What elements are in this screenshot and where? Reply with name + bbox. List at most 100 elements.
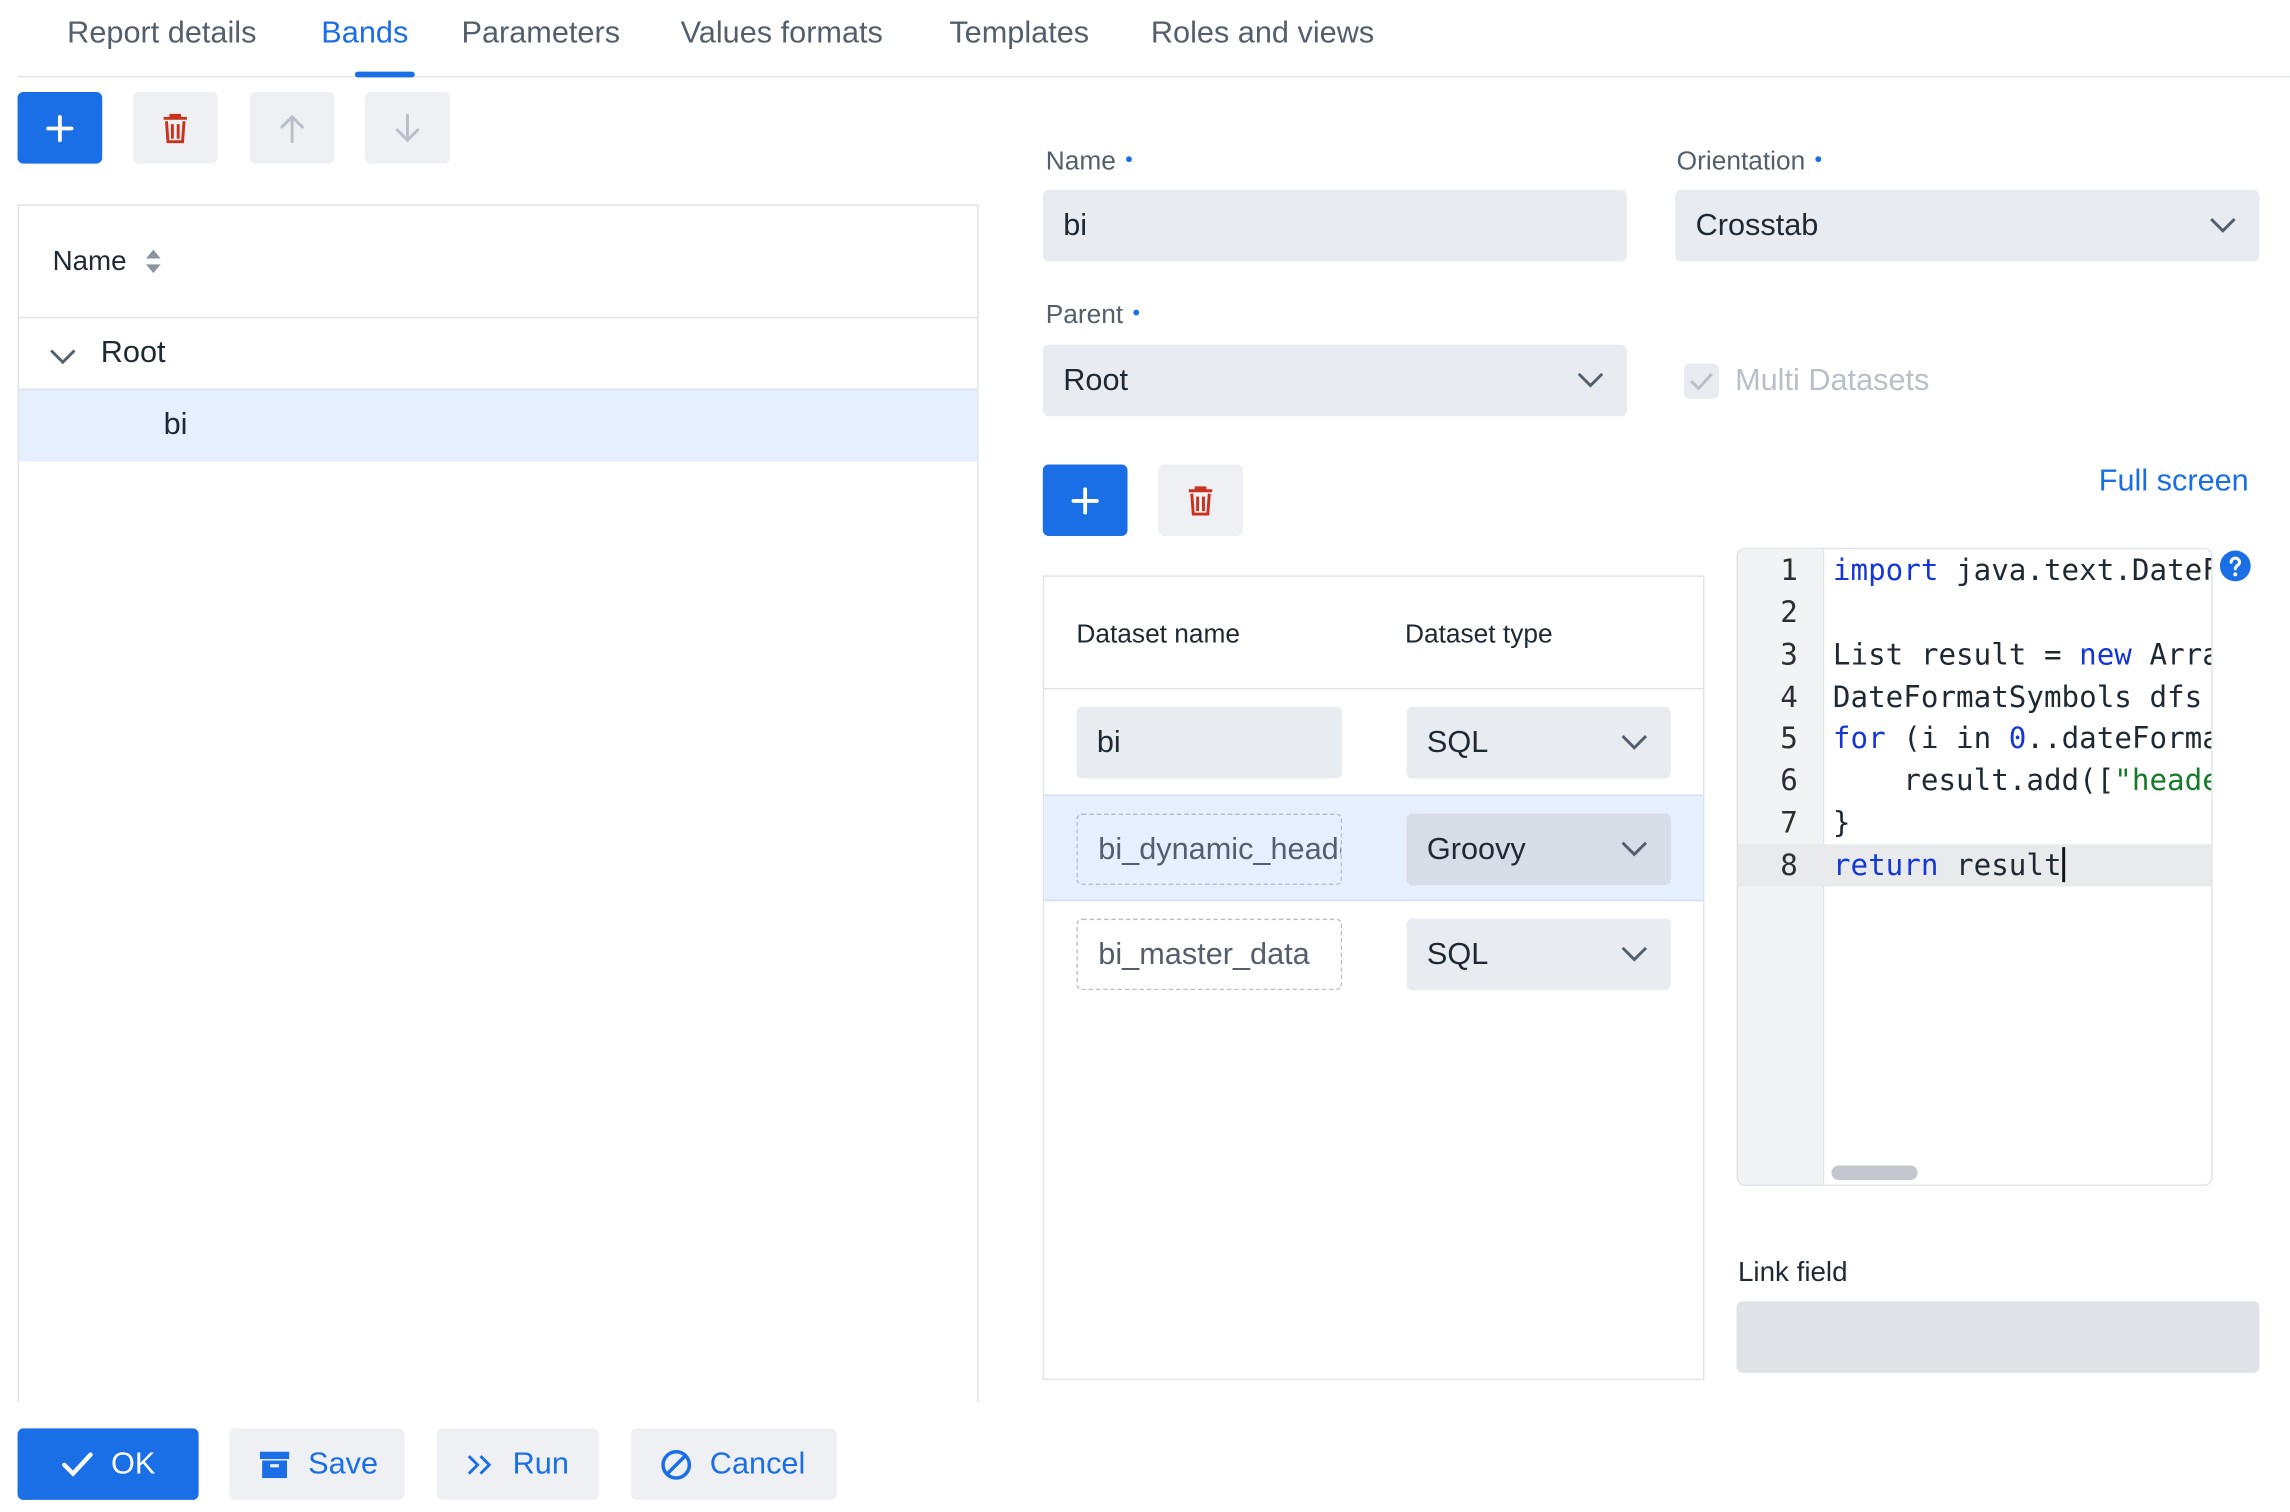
line-number: 5	[1780, 720, 1798, 756]
tree-row-label: bi	[163, 407, 188, 442]
orientation-select[interactable]: Crosstab	[1675, 189, 2260, 262]
chevron-down-icon	[1621, 734, 1648, 750]
save-label: Save	[308, 1446, 379, 1481]
check-icon	[1690, 372, 1713, 390]
required-dot	[1133, 309, 1140, 316]
archive-icon	[259, 1451, 290, 1478]
dataset-type-select[interactable]: SQL	[1406, 918, 1671, 991]
line-number: 8	[1780, 847, 1798, 883]
required-dot	[1815, 156, 1822, 163]
add-band-button[interactable]	[17, 92, 103, 164]
dataset-type-value: Groovy	[1426, 831, 1526, 866]
code-line: result.add(["header"	[1832, 762, 2211, 798]
text-cursor	[2061, 846, 2065, 882]
chevron-down-icon	[1621, 840, 1648, 856]
code-line: DateFormatSymbols dfs	[1832, 679, 2203, 715]
table-row[interactable]: bi SQL	[1044, 689, 1703, 794]
parent-value: Root	[1063, 362, 1129, 397]
dataset-type-value: SQL	[1426, 936, 1489, 971]
chevron-down-icon	[1621, 946, 1648, 961]
code-line: List result = new ArrayList()	[1832, 636, 2211, 672]
table-row[interactable]: bi_master_data SQL	[1044, 901, 1703, 1006]
tab-templates[interactable]: Templates	[949, 16, 1089, 51]
move-down-button[interactable]	[365, 92, 450, 164]
link-field-label: Link field	[1737, 1257, 1848, 1289]
tree-header: Name	[18, 206, 978, 319]
parent-select[interactable]: Root	[1042, 344, 1627, 417]
orientation-label: Orientation	[1677, 146, 1822, 177]
double-chevron-right-icon	[467, 1454, 492, 1474]
active-tab-indicator	[354, 71, 415, 78]
script-editor[interactable]: 1 2 3 4 5 6 7 8 import java.text.DateFor…	[1736, 547, 2213, 1186]
tree-row-root[interactable]: Root	[18, 318, 978, 390]
name-label: Name	[1046, 146, 1132, 177]
code-line: import java.text.DateFormatSymbols	[1832, 552, 2211, 588]
datasets-table: Dataset name Dataset type bi SQL bi_dyna…	[1042, 575, 1705, 1381]
line-number: 3	[1780, 636, 1798, 672]
orientation-value: Crosstab	[1695, 208, 1819, 242]
tree-row-bi[interactable]: bi	[18, 389, 978, 462]
add-dataset-button[interactable]	[1042, 464, 1128, 537]
line-number: 4	[1780, 679, 1798, 715]
tab-parameters[interactable]: Parameters	[462, 16, 621, 51]
line-number: 2	[1780, 594, 1798, 630]
code-line: }	[1832, 804, 1851, 840]
cancel-button[interactable]: Cancel	[630, 1428, 837, 1500]
full-screen-link[interactable]: Full screen	[2099, 464, 2249, 499]
multi-datasets-label: Multi Datasets	[1735, 363, 1930, 398]
tab-bar: Report details Bands Parameters Values f…	[17, 0, 2290, 78]
plus-icon	[46, 114, 74, 142]
delete-band-button[interactable]	[132, 92, 218, 164]
column-dataset-type: Dataset type	[1405, 619, 1553, 649]
parent-label: Parent	[1046, 299, 1140, 330]
line-number: 7	[1780, 804, 1798, 840]
trash-icon	[163, 113, 187, 143]
name-value: bi	[1063, 208, 1088, 242]
line-number: 6	[1780, 762, 1798, 798]
multi-datasets-checkbox[interactable]	[1683, 363, 1720, 399]
delete-dataset-button[interactable]	[1158, 464, 1243, 537]
cancel-icon	[661, 1449, 692, 1480]
tab-bands[interactable]: Bands	[321, 16, 408, 51]
tab-roles-and-views[interactable]: Roles and views	[1151, 16, 1374, 51]
chevron-down-icon[interactable]	[48, 348, 77, 366]
code-line: return result	[1833, 846, 2065, 884]
tree-column-name[interactable]: Name	[53, 247, 127, 279]
chevron-down-icon	[2210, 217, 2236, 233]
dataset-name-input[interactable]: bi_dynamic_header	[1076, 813, 1343, 886]
line-number: 1	[1780, 552, 1798, 588]
bands-tree: Name Root bi	[17, 204, 979, 1403]
tab-values-formats[interactable]: Values formats	[681, 16, 883, 51]
cancel-label: Cancel	[709, 1446, 806, 1481]
trash-icon	[1188, 485, 1213, 515]
name-field[interactable]: bi	[1042, 189, 1627, 262]
arrow-up-icon	[280, 114, 304, 143]
help-icon[interactable]	[2218, 549, 2252, 583]
tab-report-details[interactable]: Report details	[67, 16, 256, 51]
dataset-name-input[interactable]: bi_master_data	[1076, 918, 1343, 991]
tree-row-label: Root	[100, 335, 166, 370]
dataset-type-value: SQL	[1426, 725, 1489, 759]
link-field-input[interactable]	[1736, 1301, 2260, 1373]
dataset-type-select[interactable]: SQL	[1406, 706, 1671, 779]
plus-icon	[1071, 486, 1099, 514]
dataset-name-input[interactable]: bi	[1076, 706, 1343, 779]
move-up-button[interactable]	[249, 92, 335, 164]
dataset-type-select[interactable]: Groovy	[1406, 813, 1671, 886]
band-editor-screen: Report details Bands Parameters Values f…	[0, 0, 2290, 1512]
chevron-down-icon	[1577, 372, 1604, 387]
save-button[interactable]: Save	[229, 1428, 405, 1500]
horizontal-scrollbar[interactable]	[1831, 1165, 1918, 1181]
ok-button[interactable]: OK	[17, 1428, 199, 1500]
sort-icon[interactable]	[145, 248, 163, 274]
run-button[interactable]: Run	[436, 1428, 599, 1500]
column-dataset-name: Dataset name	[1076, 619, 1241, 649]
table-row[interactable]: bi_dynamic_header Groovy	[1044, 794, 1703, 902]
arrow-down-icon	[395, 113, 420, 142]
required-dot	[1126, 156, 1132, 163]
run-label: Run	[512, 1446, 569, 1481]
check-icon	[62, 1452, 93, 1477]
code-line: for (i in 0..dateFormat	[1832, 720, 2211, 756]
datasets-table-header: Dataset name Dataset type	[1044, 577, 1703, 690]
ok-label: OK	[110, 1446, 156, 1481]
